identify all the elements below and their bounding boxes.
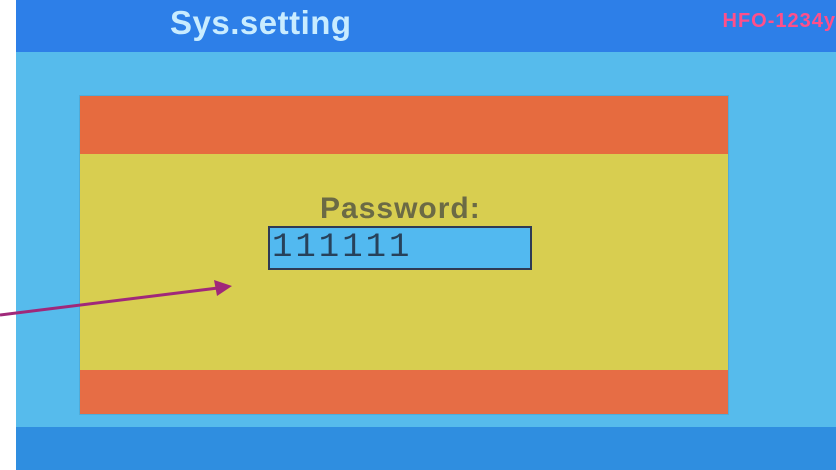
refrigerant-label: HFO-1234y	[722, 10, 836, 32]
dialog-footer	[80, 370, 728, 414]
password-label: Password:	[320, 192, 481, 225]
password-value: 111111	[272, 229, 413, 267]
title-bar: Sys.setting HFO-1234y	[16, 0, 836, 52]
screen-title: Sys.setting	[170, 4, 352, 41]
device-screen: Sys.setting HFO-1234y Password: 111111	[16, 0, 836, 470]
bottom-bar	[16, 427, 836, 470]
photo-background: Sys.setting HFO-1234y Password: 111111	[0, 0, 836, 470]
dialog-header	[80, 96, 728, 154]
password-input[interactable]: 111111	[268, 226, 532, 270]
